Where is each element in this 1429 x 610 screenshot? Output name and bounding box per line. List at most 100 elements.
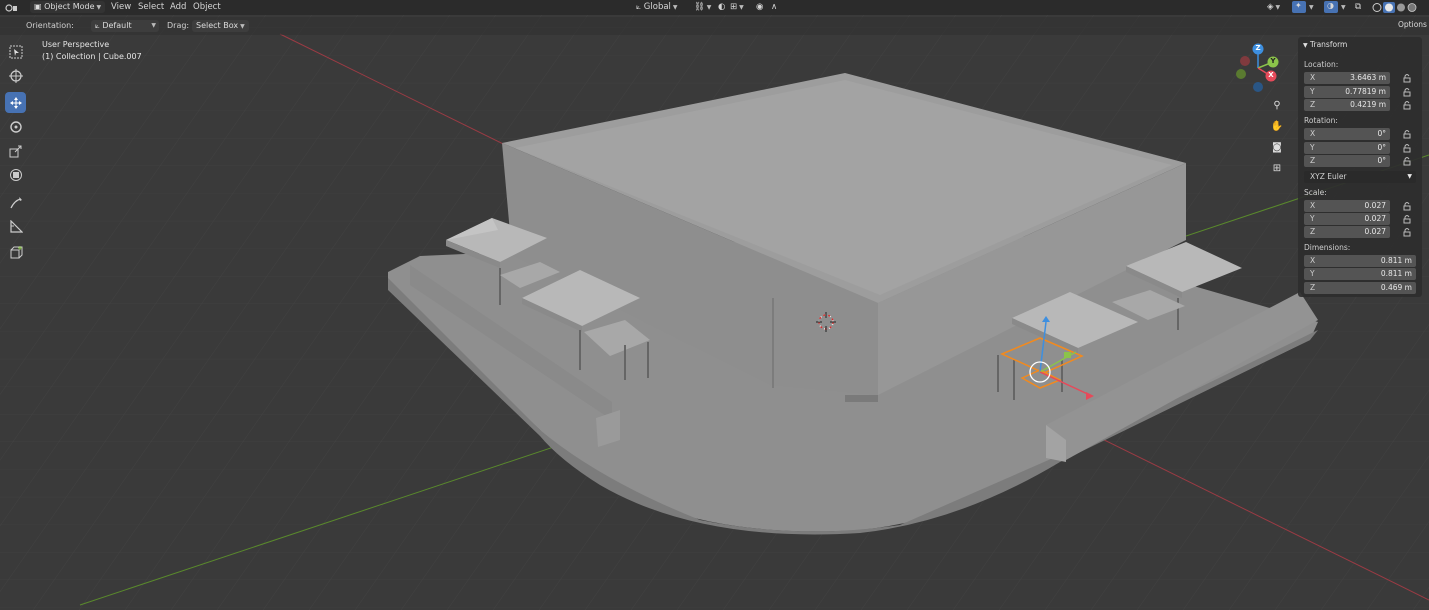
editor-type-icon[interactable] xyxy=(4,2,20,16)
3d-viewport[interactable] xyxy=(0,0,1429,610)
camera-icon: ◙ xyxy=(1272,141,1282,153)
scene-canvas[interactable] xyxy=(0,0,1429,610)
rotation-y-field[interactable]: Y 0° xyxy=(1304,142,1390,154)
rotate-tool[interactable] xyxy=(5,116,26,137)
overlays-dropdown[interactable]: ▼ xyxy=(1339,0,1346,15)
options-button[interactable]: Options xyxy=(1398,20,1427,29)
chevron-down-icon: ▼ xyxy=(151,22,156,29)
rotation-label: Rotation: xyxy=(1304,116,1338,125)
gizmo-z-label: Z xyxy=(1255,44,1261,52)
object-mode-icon: ▣ xyxy=(34,2,42,11)
solid-shading-icon[interactable] xyxy=(1385,3,1393,12)
active-collection-label: (1) Collection | Cube.007 xyxy=(42,52,142,61)
xray-toggle[interactable]: ⧉ xyxy=(1355,0,1361,14)
snap-toggle[interactable]: ◐ xyxy=(718,0,725,14)
orientation-dropdown[interactable]: ⟀ Default ▼ xyxy=(91,20,159,32)
lock-icon[interactable] xyxy=(1402,156,1412,166)
gizmo-y-label: Y xyxy=(1270,57,1276,65)
chevron-down-icon: ▼ xyxy=(1407,173,1412,180)
dimensions-y-field[interactable]: Y 0.811 m xyxy=(1304,268,1416,280)
chevron-down-icon: ▼ xyxy=(1303,42,1308,49)
gizmo-icon: ✦ xyxy=(1295,1,1302,10)
gizmo-dropdown[interactable]: ▼ xyxy=(1307,0,1314,15)
menu-select[interactable]: Select xyxy=(138,0,164,14)
chevron-down-icon: ▼ xyxy=(1275,4,1281,11)
add-cube-tool[interactable] xyxy=(5,242,26,263)
scale-tool[interactable] xyxy=(5,140,26,161)
menu-add[interactable]: Add xyxy=(170,0,186,14)
scale-y-field[interactable]: Y 0.027 xyxy=(1304,213,1390,225)
hand-icon: ✋ xyxy=(1270,120,1284,132)
dimensions-x-field[interactable]: X 0.811 m xyxy=(1304,255,1416,267)
pan-button[interactable]: ✋ xyxy=(1268,117,1286,135)
lock-icon[interactable] xyxy=(1402,201,1412,211)
lock-icon[interactable] xyxy=(1402,129,1412,139)
pivot-point-dropdown[interactable]: ⛓ ▼ xyxy=(694,0,711,15)
transform-orientation-dropdown[interactable]: ⟀ Global ▼ xyxy=(636,0,678,15)
visibility-dropdown[interactable]: ◈ ▼ xyxy=(1267,0,1280,15)
chevron-down-icon: ▼ xyxy=(96,4,102,11)
annotate-tool[interactable] xyxy=(5,192,26,213)
falloff-dropdown[interactable]: ∧ xyxy=(771,0,777,14)
shading-mode-group[interactable] xyxy=(1372,2,1424,16)
overlays-icon: ◑ xyxy=(1327,1,1334,10)
scale-x-field[interactable]: X 0.027 xyxy=(1304,200,1390,212)
xray-icon: ⧉ xyxy=(1355,2,1362,12)
drag-label: Drag: xyxy=(167,21,190,30)
chevron-down-icon: ▼ xyxy=(706,4,712,11)
lock-icon[interactable] xyxy=(1402,227,1412,237)
transform-icon xyxy=(9,168,22,181)
magnifier-icon: ⚲ xyxy=(1273,99,1281,111)
camera-view-button[interactable]: ◙ xyxy=(1268,138,1286,156)
rotate-icon xyxy=(9,120,22,133)
gizmo-x-label: X xyxy=(1268,71,1274,79)
overlays-toggle[interactable]: ◑ xyxy=(1324,1,1338,13)
menu-object[interactable]: Object xyxy=(193,0,221,14)
proportional-edit-toggle[interactable]: ◉ xyxy=(756,0,763,14)
rotation-z-field[interactable]: Z 0° xyxy=(1304,155,1390,167)
rendered-shading-icon[interactable] xyxy=(1407,3,1417,12)
mode-dropdown[interactable]: ▣ Object Mode ▼ xyxy=(30,1,106,13)
cursor-tool[interactable] xyxy=(5,65,26,86)
transform-panel-header[interactable]: ▼ Transform xyxy=(1303,40,1347,49)
scale-label: Scale: xyxy=(1304,188,1327,197)
chevron-down-icon: ▼ xyxy=(240,23,245,30)
scale-z-field[interactable]: Z 0.027 xyxy=(1304,226,1390,238)
lock-icon[interactable] xyxy=(1402,214,1412,224)
select-box-icon xyxy=(9,45,22,58)
pencil-icon xyxy=(9,196,22,208)
chevron-down-icon: ▼ xyxy=(739,4,744,11)
location-z-field[interactable]: Z 0.4219 m xyxy=(1304,99,1390,111)
location-x-field[interactable]: X 3.6463 m xyxy=(1304,72,1390,84)
gizmo-neg-x-icon[interactable] xyxy=(1240,56,1250,66)
location-y-field[interactable]: Y 0.77819 m xyxy=(1304,86,1390,98)
gizmo-neg-z-icon[interactable] xyxy=(1253,82,1263,92)
select-box-tool[interactable] xyxy=(5,41,26,62)
gizmo-toggle[interactable]: ✦ xyxy=(1292,1,1306,13)
move-tool[interactable] xyxy=(5,92,26,113)
transform-tool[interactable] xyxy=(5,164,26,185)
lock-icon[interactable] xyxy=(1402,73,1412,83)
chevron-down-icon: ▼ xyxy=(672,4,678,11)
wireframe-shading-icon[interactable] xyxy=(1372,3,1382,12)
gizmo-neg-y-icon[interactable] xyxy=(1236,69,1246,79)
menu-view[interactable]: View xyxy=(111,0,131,14)
snap-target-dropdown[interactable]: ⊞ ▼ xyxy=(730,0,744,15)
lock-icon[interactable] xyxy=(1402,143,1412,153)
zoom-button[interactable]: ⚲ xyxy=(1268,96,1286,114)
rotation-x-field[interactable]: X 0° xyxy=(1304,128,1390,140)
move-icon xyxy=(9,96,22,109)
measure-tool[interactable] xyxy=(5,216,26,237)
lock-icon[interactable] xyxy=(1402,100,1412,110)
falloff-curve-icon: ∧ xyxy=(771,2,778,12)
chevron-down-icon: ▼ xyxy=(1309,4,1314,11)
dimensions-z-field[interactable]: Z 0.469 m xyxy=(1304,282,1416,294)
perspective-toggle-button[interactable]: ⊞ xyxy=(1268,159,1286,177)
scale-icon xyxy=(9,145,21,157)
eye-icon: ◈ xyxy=(1267,2,1274,12)
lock-icon[interactable] xyxy=(1402,87,1412,97)
rotation-mode-dropdown[interactable]: XYZ Euler ▼ xyxy=(1304,171,1416,183)
material-shading-icon[interactable] xyxy=(1397,3,1405,12)
axes-icon: ⟀ xyxy=(95,21,100,30)
drag-dropdown[interactable]: Select Box ▼ xyxy=(192,20,249,32)
